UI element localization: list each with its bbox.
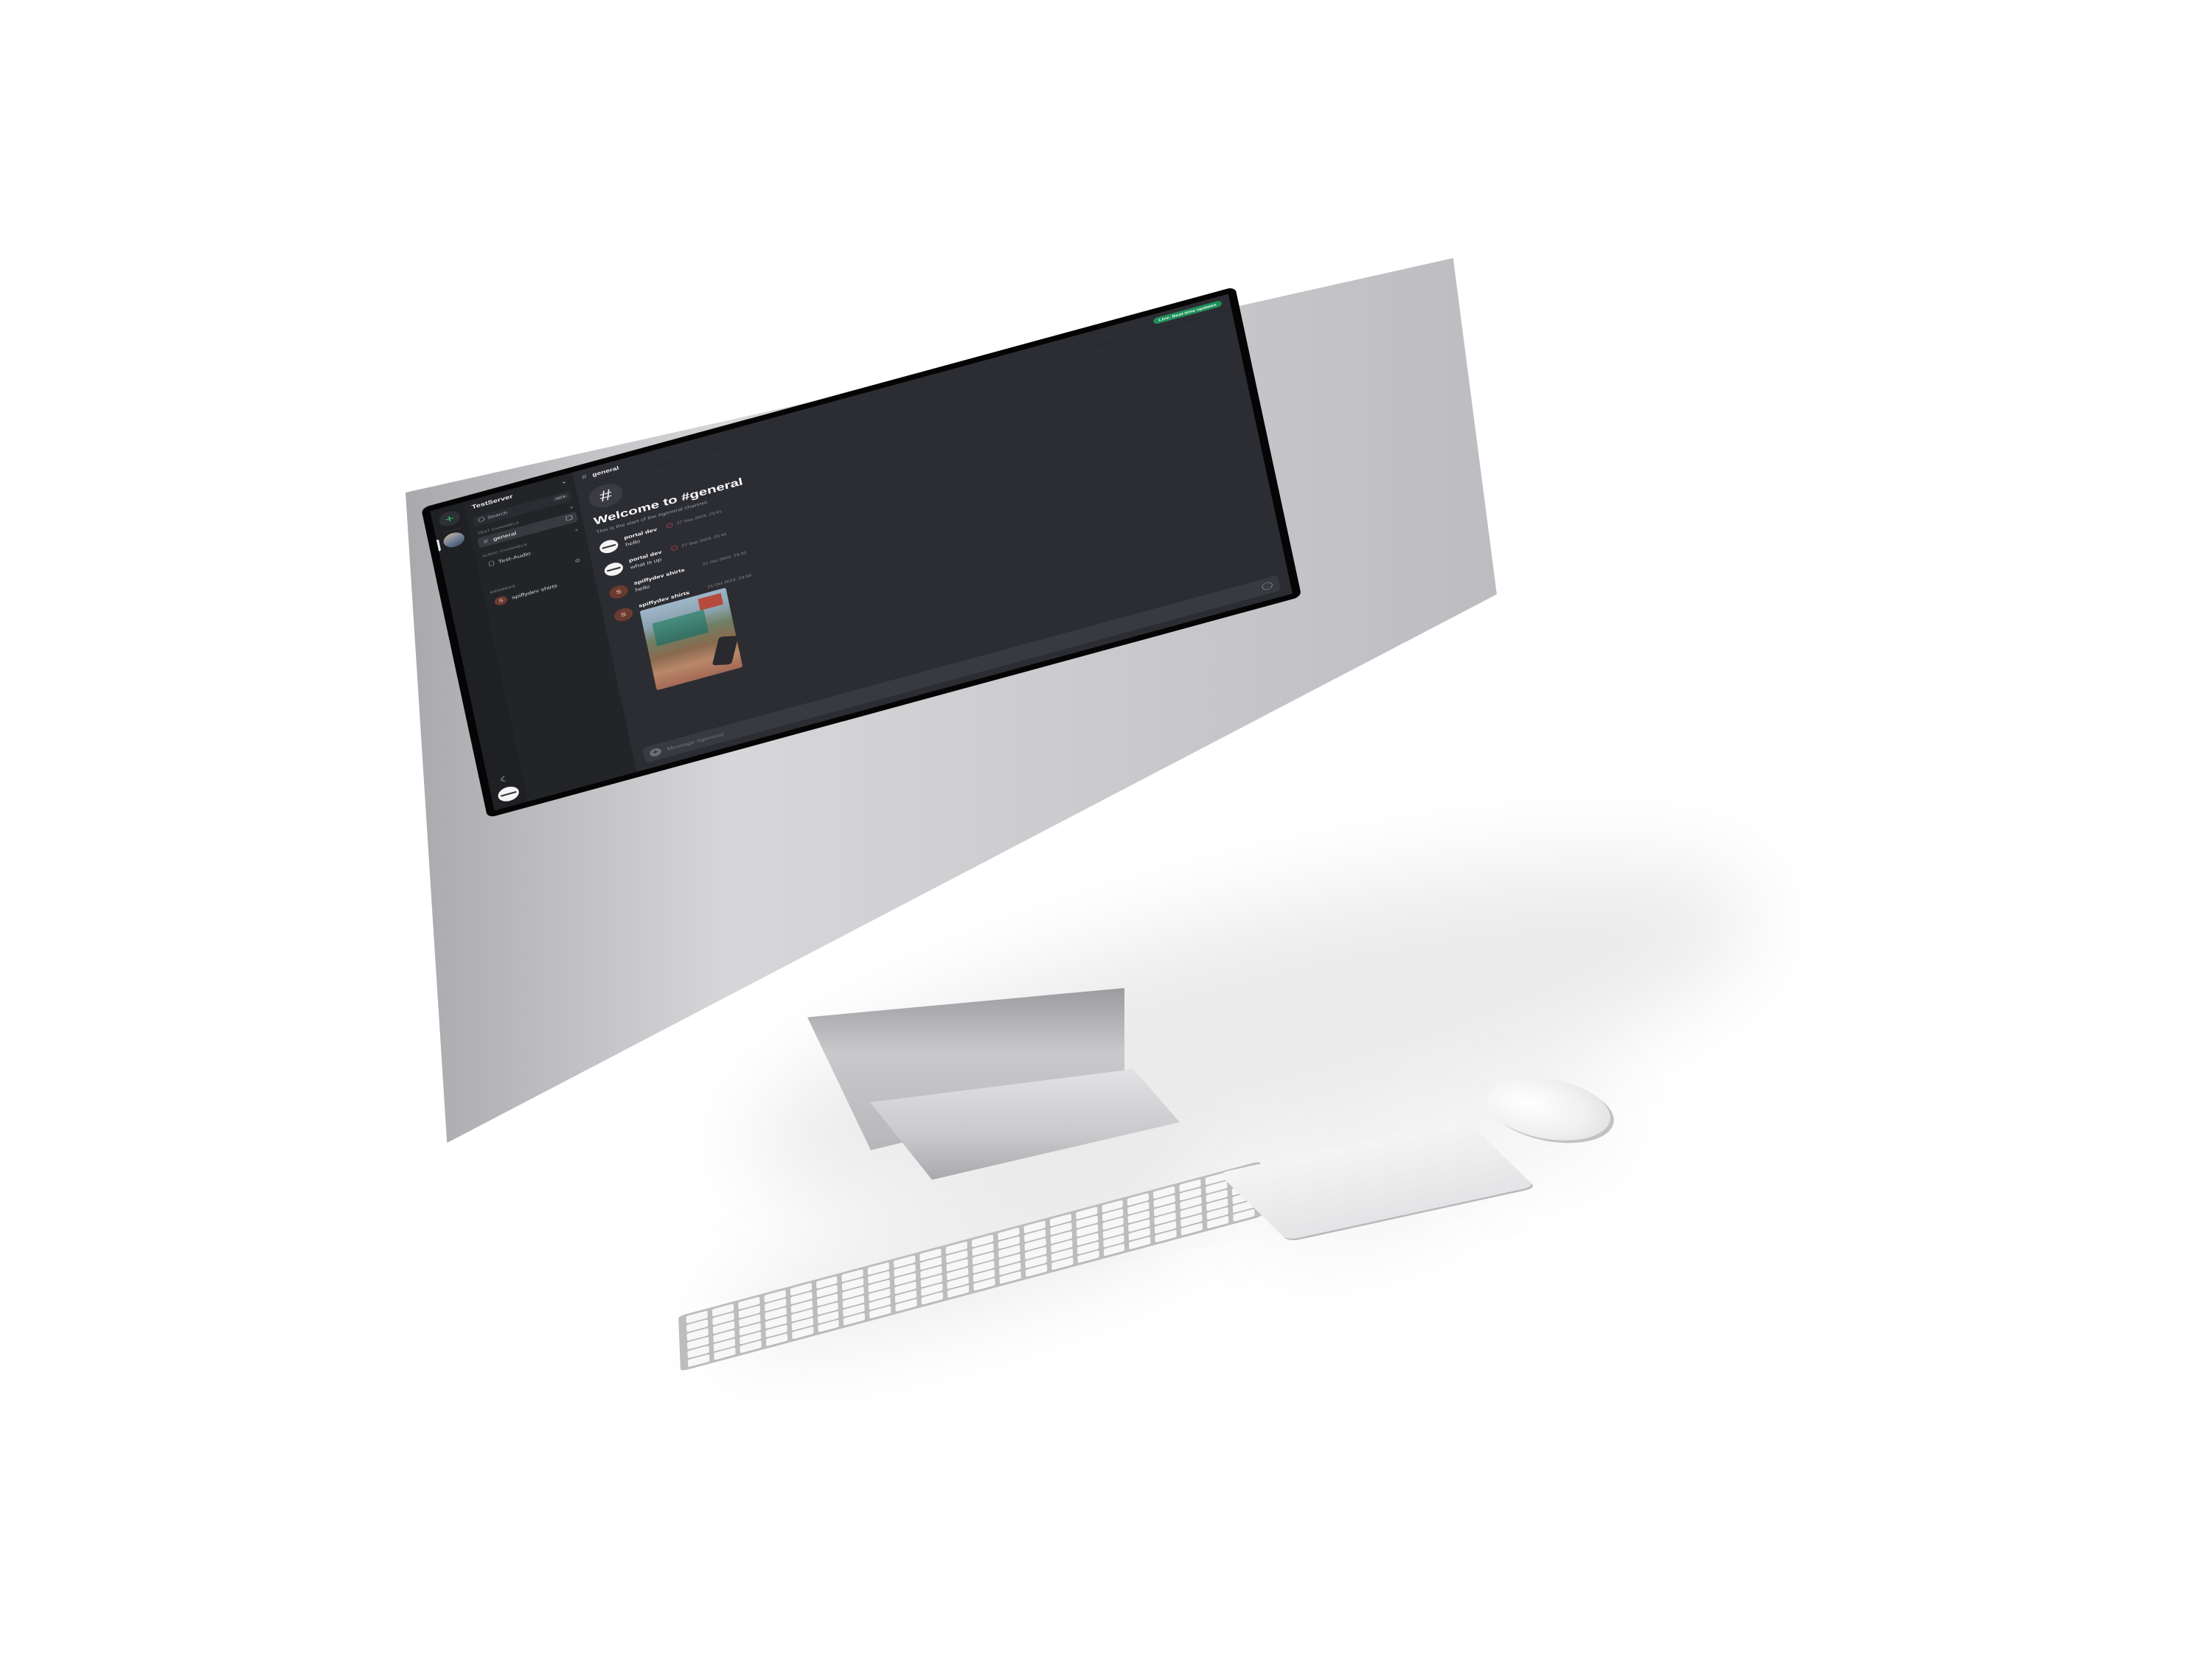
- channel-title: general: [591, 465, 620, 478]
- user-avatar[interactable]: [496, 784, 521, 804]
- hash-icon: #: [482, 538, 489, 545]
- author-avatar[interactable]: S: [613, 605, 634, 624]
- channel-label: general: [493, 530, 517, 542]
- plus-icon[interactable]: +: [437, 509, 462, 529]
- message-timestamp: 27 Sep 2023, 23:41: [676, 509, 723, 526]
- microphone-icon: [488, 560, 495, 567]
- search-shortcut: ctrl k: [552, 493, 568, 502]
- add-text-channel-icon[interactable]: +: [569, 504, 574, 511]
- desktop-scene: + ☾ TestServer ⌄ Search ctrl k TEXT CHAN…: [0, 0, 2212, 1659]
- member-avatar: S: [493, 594, 509, 607]
- active-server-indicator: [436, 539, 442, 552]
- attachment-detail: [698, 593, 723, 611]
- plus-icon[interactable]: +: [649, 747, 662, 758]
- gear-icon[interactable]: ⚙: [574, 557, 582, 564]
- hash-icon: #: [581, 473, 588, 481]
- search-label: Search: [487, 510, 508, 521]
- moderator-badge-icon: [666, 522, 673, 529]
- chevron-down-icon: ⌄: [560, 478, 568, 485]
- lock-icon[interactable]: [565, 515, 573, 521]
- hash-icon: #: [586, 480, 625, 512]
- attachment-detail: [712, 636, 739, 666]
- author-avatar[interactable]: [598, 538, 620, 555]
- search-icon: [478, 516, 485, 523]
- author-avatar[interactable]: S: [608, 583, 630, 601]
- moderator-badge-icon: [670, 545, 678, 552]
- author-avatar[interactable]: [603, 560, 625, 578]
- add-audio-channel-icon[interactable]: +: [574, 527, 579, 534]
- smiley-icon[interactable]: [1261, 581, 1273, 591]
- live-status-badge: Live: Real-time updates: [1152, 299, 1222, 325]
- attachment-detail: [652, 609, 709, 647]
- moon-icon[interactable]: ☾: [498, 773, 512, 785]
- member-name: spiffydev shirts: [511, 582, 558, 601]
- server-icon-testserver[interactable]: [442, 530, 466, 550]
- author-name[interactable]: portal dev: [624, 526, 658, 540]
